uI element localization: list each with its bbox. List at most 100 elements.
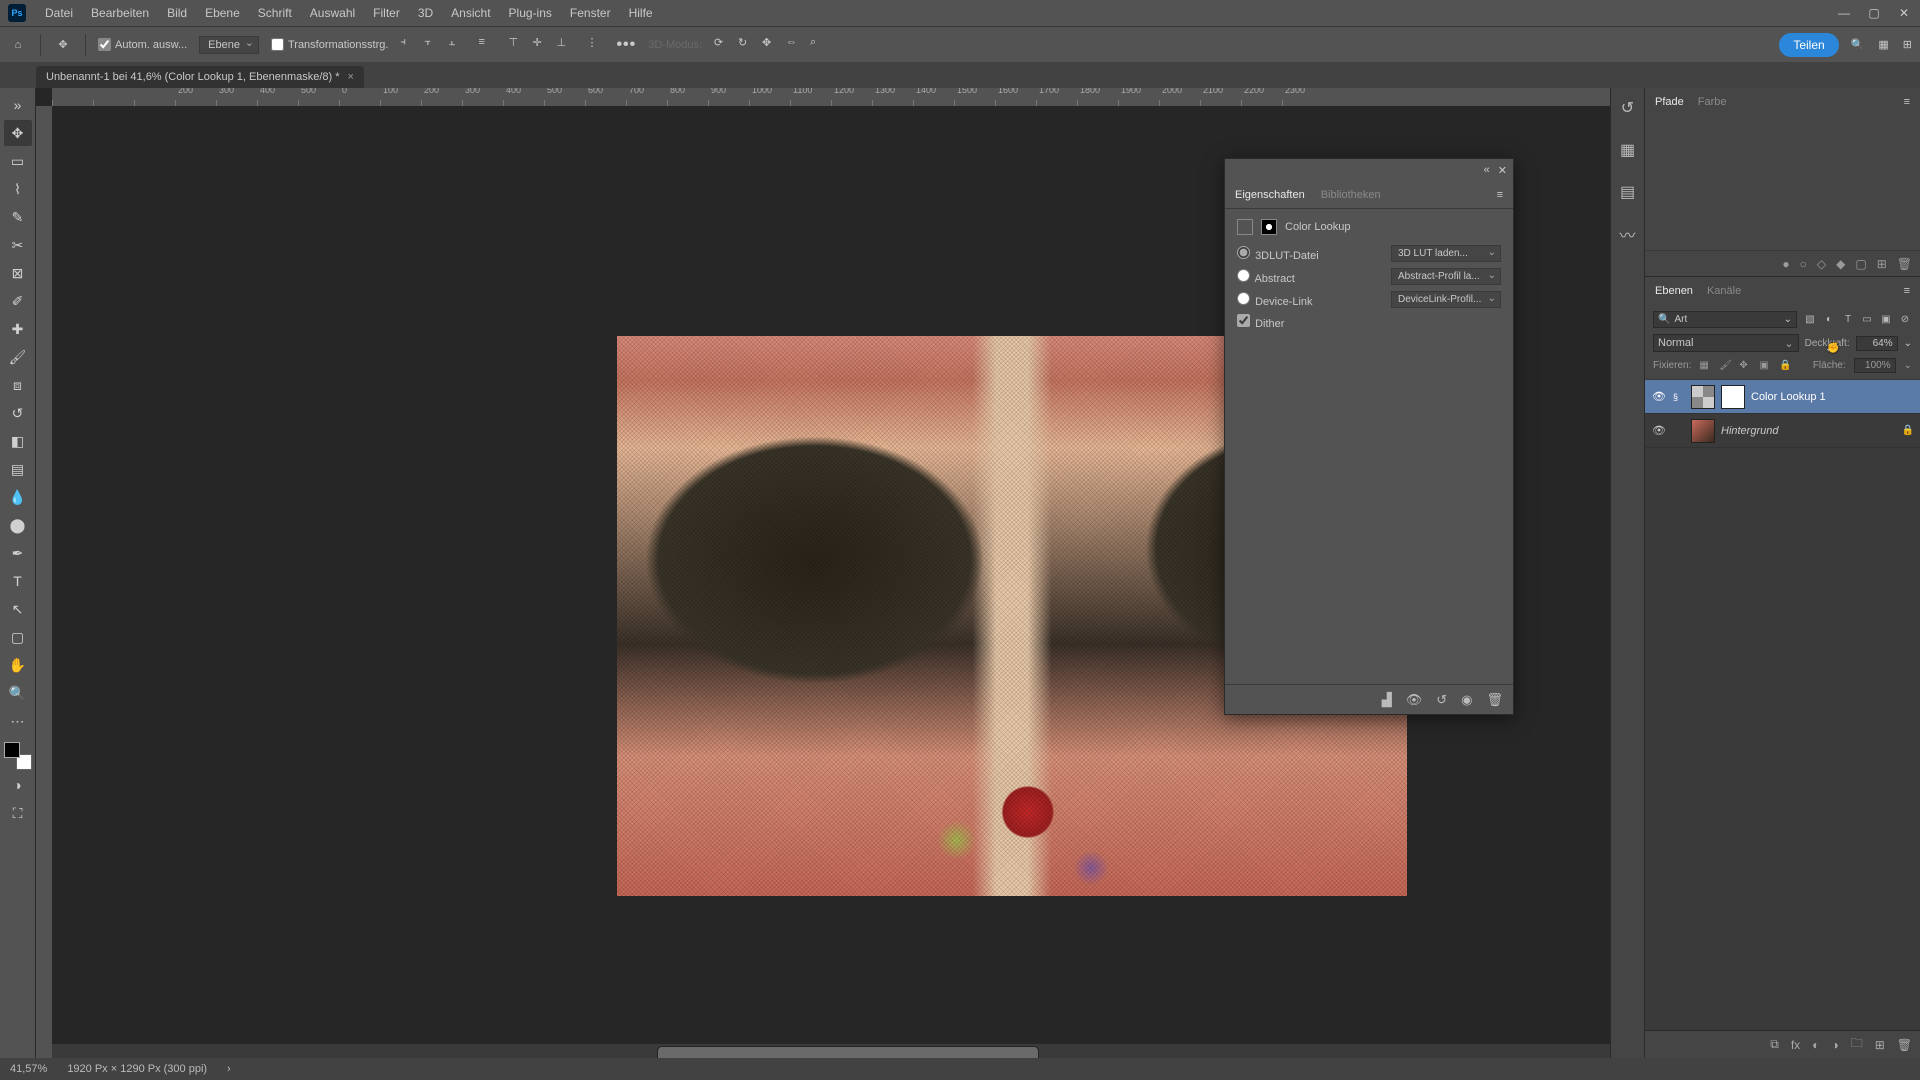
history-brush-tool[interactable]: ↺ <box>4 400 32 426</box>
3dlut-file-select[interactable]: 3D LUT laden... <box>1391 245 1501 262</box>
align-right-icon[interactable]: ⫠ <box>448 36 466 54</box>
panel-menu-icon[interactable]: ≡ <box>1904 96 1910 108</box>
filter-shape-icon[interactable]: ▭ <box>1860 314 1874 325</box>
radio-abstract[interactable]: Abstract <box>1237 269 1295 285</box>
menu-fenster[interactable]: Fenster <box>561 6 620 20</box>
more-options-button[interactable]: ••• <box>616 36 636 54</box>
rectangle-tool[interactable]: ▢ <box>4 624 32 650</box>
menu-datei[interactable]: Datei <box>36 6 82 20</box>
align-vcenter-icon[interactable]: ✛ <box>532 36 550 54</box>
delete-adjustment-icon[interactable]: 🗑 <box>1486 692 1503 708</box>
stamp-tool[interactable]: ⧈ <box>4 372 32 398</box>
new-group-icon[interactable]: 🗀 <box>1851 1034 1863 1055</box>
new-layer-icon[interactable]: ⊞ <box>1875 1038 1885 1052</box>
clip-to-layer-icon[interactable]: ▟ <box>1382 692 1392 708</box>
collapsed-history-icon[interactable]: ↺ <box>1616 96 1640 120</box>
crop-tool[interactable]: ✂ <box>4 232 32 258</box>
search-icon[interactable]: 🔍 <box>1851 38 1865 51</box>
eyedropper-tool[interactable]: ✐ <box>4 288 32 314</box>
move-tool-icon[interactable]: ✥ <box>53 35 73 55</box>
tab-farbe[interactable]: Farbe <box>1698 96 1727 108</box>
auto-select-checkbox[interactable]: Autom. ausw... <box>98 38 187 51</box>
align-left-icon[interactable]: ⫞ <box>400 36 418 54</box>
status-chevron-icon[interactable]: › <box>227 1063 231 1075</box>
tab-eigenschaften[interactable]: Eigenschaften <box>1235 189 1305 201</box>
type-tool[interactable]: T <box>4 568 32 594</box>
opacity-dropdown-icon[interactable]: ⌄ <box>1904 338 1912 349</box>
lasso-tool[interactable]: ⌇ <box>4 176 32 202</box>
fill-dropdown-icon[interactable]: ⌄ <box>1904 360 1912 371</box>
eraser-tool[interactable]: ◧ <box>4 428 32 454</box>
3d-zoom-icon[interactable]: ⌕ <box>810 36 828 54</box>
menu-schrift[interactable]: Schrift <box>249 6 301 20</box>
doc-chevrons-icon[interactable]: » <box>4 92 32 118</box>
auto-select-target-select[interactable]: Ebene <box>199 36 259 54</box>
opacity-value[interactable]: 64% <box>1856 336 1898 351</box>
collapse-panel-icon[interactable]: « <box>1484 164 1490 176</box>
link-layers-icon[interactable]: ⧉ <box>1770 1037 1779 1052</box>
lock-artboard-icon[interactable]: ▣ <box>1759 360 1771 371</box>
abstract-profile-select[interactable]: Abstract-Profil la... <box>1391 268 1501 285</box>
tab-ebenen[interactable]: Ebenen <box>1655 285 1693 297</box>
screenmode-button[interactable]: ⛶ <box>4 800 32 826</box>
lock-icon[interactable]: 🔒 <box>1902 425 1914 436</box>
quickmask-button[interactable]: ◑ <box>4 772 32 798</box>
filter-toggle-icon[interactable]: ⊘ <box>1898 314 1912 325</box>
transform-controls-checkbox[interactable]: Transformationsstrg. <box>271 38 388 51</box>
marquee-tool[interactable]: ▭ <box>4 148 32 174</box>
radio-devicelink[interactable]: Device-Link <box>1237 292 1313 308</box>
new-path-icon[interactable]: ⊞ <box>1877 257 1887 271</box>
3d-orbit-icon[interactable]: ⟳ <box>714 36 732 54</box>
lock-paint-icon[interactable]: 🖌 <box>1719 360 1731 371</box>
document-tab[interactable]: Unbenannt-1 bei 41,6% (Color Lookup 1, E… <box>36 66 364 88</box>
close-tab-icon[interactable]: × <box>348 71 354 83</box>
visibility-toggle-icon[interactable]: 👁 <box>1651 390 1667 403</box>
window-close-button[interactable]: ✕ <box>1896 6 1912 20</box>
frame-tool[interactable]: ⊠ <box>4 260 32 286</box>
layer-background[interactable]: 👁 Hintergrund 🔒 <box>1645 414 1920 448</box>
quick-select-tool[interactable]: ✎ <box>4 204 32 230</box>
collapsed-adjustments-icon[interactable]: ▤ <box>1616 180 1640 204</box>
3d-pan-icon[interactable]: ✥ <box>762 36 780 54</box>
distribute-v-icon[interactable]: ⋮ <box>586 36 604 54</box>
3d-roll-icon[interactable]: ↻ <box>738 36 756 54</box>
close-panel-icon[interactable]: ✕ <box>1498 164 1507 177</box>
layer-filter-search[interactable]: 🔍 Art ⌄ <box>1653 311 1797 328</box>
zoom-level[interactable]: 41,57% <box>10 1063 47 1075</box>
menu-ebene[interactable]: Ebene <box>196 6 249 20</box>
reset-icon[interactable]: ↺ <box>1436 692 1447 708</box>
fill-value[interactable]: 100% <box>1854 358 1896 373</box>
lock-position-icon[interactable]: ✥ <box>1739 360 1751 371</box>
align-hcenter-icon[interactable]: ⫟ <box>424 36 442 54</box>
horizontal-scrollbar[interactable] <box>52 1044 1644 1058</box>
filter-type-icon[interactable]: T <box>1841 314 1855 325</box>
3d-slide-icon[interactable]: ⇔ <box>786 36 804 54</box>
menu-auswahl[interactable]: Auswahl <box>301 6 364 20</box>
arrange-documents-icon[interactable]: ⊞ <box>1903 38 1912 51</box>
layer-fx-icon[interactable]: fx <box>1791 1038 1800 1052</box>
filter-pixel-icon[interactable]: ▧ <box>1803 314 1817 325</box>
menu-ansicht[interactable]: Ansicht <box>442 6 499 20</box>
dodge-tool[interactable]: ⬤ <box>4 512 32 538</box>
menu-plugins[interactable]: Plug-ins <box>500 6 561 20</box>
pen-tool[interactable]: ✒ <box>4 540 32 566</box>
path-mask-icon[interactable]: ▢ <box>1855 257 1866 271</box>
window-minimize-button[interactable]: — <box>1836 6 1852 20</box>
tab-kanaele[interactable]: Kanäle <box>1707 285 1741 297</box>
blend-mode-select[interactable]: Normal <box>1653 334 1799 352</box>
align-top-icon[interactable]: ⊤ <box>508 36 526 54</box>
adjustment-thumb[interactable] <box>1691 385 1715 409</box>
distribute-h-icon[interactable]: ≡ <box>478 36 496 54</box>
filter-smart-icon[interactable]: ▣ <box>1879 314 1893 325</box>
devicelink-profile-select[interactable]: DeviceLink-Profil... <box>1391 291 1501 308</box>
path-stroke-icon[interactable]: ○ <box>1800 257 1807 271</box>
path-selection-icon[interactable]: ◇ <box>1817 257 1826 271</box>
hand-tool[interactable]: ✋ <box>4 652 32 678</box>
path-make-icon[interactable]: ◆ <box>1836 257 1845 271</box>
panel-menu-icon[interactable]: ≡ <box>1904 285 1910 297</box>
delete-path-icon[interactable]: 🗑 <box>1897 257 1912 271</box>
lock-transparent-icon[interactable]: ▦ <box>1699 360 1711 371</box>
toggle-visibility-icon[interactable]: ◉ <box>1461 692 1472 708</box>
menu-bild[interactable]: Bild <box>158 6 196 20</box>
zoom-tool[interactable]: 🔍 <box>4 680 32 706</box>
